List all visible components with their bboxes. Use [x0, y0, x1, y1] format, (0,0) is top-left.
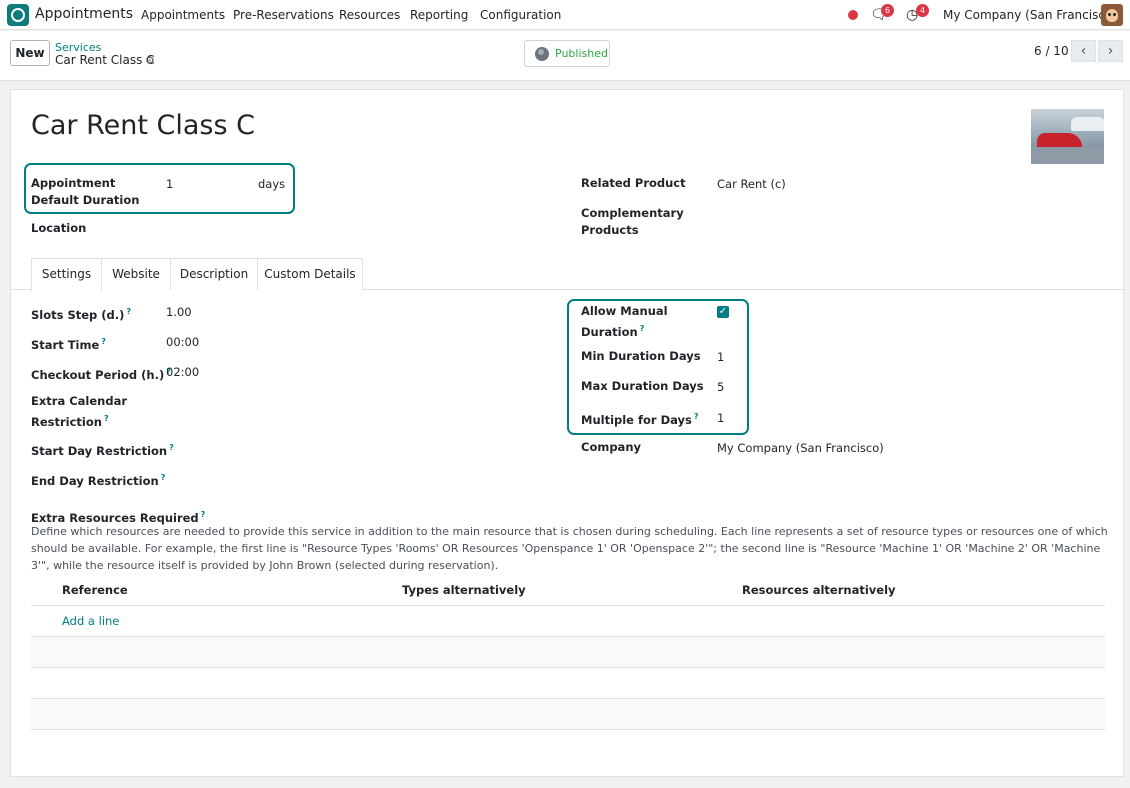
- end-day-restriction-label: End Day Restriction?: [31, 473, 166, 488]
- company-switcher[interactable]: My Company (San Francisco): [943, 8, 1117, 22]
- control-panel: New Services Car Rent Class C ⚙ Publishe…: [0, 31, 1130, 81]
- extra-resources-description: Define which resources are needed to pro…: [31, 525, 1108, 572]
- start-time-label: Start Time?: [31, 337, 106, 352]
- help-icon[interactable]: ?: [101, 337, 106, 346]
- tab-custom-details[interactable]: Custom Details: [257, 258, 363, 290]
- column-resources-alternatively[interactable]: Resources alternatively: [742, 583, 896, 597]
- notebook-tabs: Settings Website Description Custom Deta…: [11, 258, 1123, 291]
- breadcrumb-current: Car Rent Class C: [55, 53, 155, 67]
- start-time-field[interactable]: 00:00: [166, 334, 199, 351]
- extra-resources-table: Reference Types alternatively Resources …: [31, 577, 1105, 730]
- product-image[interactable]: [1031, 109, 1104, 164]
- menu-resources[interactable]: Resources: [339, 8, 400, 22]
- allow-manual-duration-label: Allow Manual Duration?: [581, 304, 668, 339]
- related-product-field[interactable]: Car Rent (c): [717, 176, 786, 193]
- checkout-period-label: Checkout Period (h.)?: [31, 367, 171, 382]
- multiple-days-field[interactable]: 1: [717, 410, 724, 427]
- tab-website[interactable]: Website: [101, 258, 171, 290]
- app-brand[interactable]: Appointments: [35, 6, 133, 22]
- table-row: [31, 637, 1105, 668]
- min-duration-label: Min Duration Days: [581, 349, 701, 363]
- min-duration-field[interactable]: 1: [717, 349, 724, 366]
- duration-unit: days: [258, 177, 286, 191]
- help-icon[interactable]: ?: [126, 307, 131, 316]
- start-day-restriction-label: Start Day Restriction?: [31, 443, 174, 458]
- appointment-default-duration-field[interactable]: 1: [166, 176, 173, 193]
- complementary-products-label: Complementary Products: [581, 206, 684, 237]
- company-label: Company: [581, 440, 641, 454]
- max-duration-label: Max Duration Days: [581, 379, 704, 393]
- multiple-days-label: Multiple for Days?: [581, 412, 699, 427]
- gear-icon[interactable]: ⚙: [145, 54, 155, 67]
- record-title[interactable]: Car Rent Class C: [31, 110, 255, 141]
- appointment-default-duration-label: Appointment Default Duration: [31, 176, 140, 207]
- column-reference[interactable]: Reference: [62, 583, 128, 597]
- slots-step-field[interactable]: 1.00: [166, 304, 192, 321]
- top-navbar: Appointments Appointments Pre-Reservatio…: [0, 0, 1130, 30]
- menu-appointments[interactable]: Appointments: [141, 8, 225, 22]
- menu-pre-reservations[interactable]: Pre-Reservations: [233, 8, 334, 22]
- status-dot-icon[interactable]: [848, 10, 858, 20]
- extra-calendar-label: Extra Calendar Restriction?: [31, 394, 127, 429]
- form-sheet: Car Rent Class C Appointment Default Dur…: [10, 89, 1124, 777]
- checkout-period-field[interactable]: 02:00: [166, 364, 199, 381]
- globe-icon: [535, 46, 549, 61]
- add-line-link[interactable]: Add a line: [62, 614, 119, 628]
- user-avatar[interactable]: [1101, 4, 1123, 26]
- max-duration-field[interactable]: 5: [717, 379, 724, 396]
- help-icon[interactable]: ?: [640, 324, 645, 333]
- activities-badge: 4: [916, 4, 929, 17]
- pager-next-button[interactable]: ›: [1098, 40, 1123, 62]
- pager-counter[interactable]: 6 / 10: [1034, 44, 1069, 58]
- help-icon[interactable]: ?: [104, 414, 109, 423]
- published-button[interactable]: Published: [524, 40, 610, 67]
- published-label: Published: [555, 47, 608, 60]
- new-button[interactable]: New: [10, 40, 50, 66]
- help-icon[interactable]: ?: [201, 510, 206, 519]
- help-icon[interactable]: ?: [169, 443, 174, 452]
- tab-settings[interactable]: Settings: [31, 258, 102, 291]
- pager-previous-button[interactable]: ‹: [1071, 40, 1096, 62]
- table-header: Reference Types alternatively Resources …: [31, 577, 1105, 606]
- help-icon[interactable]: ?: [694, 412, 699, 421]
- column-types-alternatively[interactable]: Types alternatively: [402, 583, 526, 597]
- table-row: [31, 668, 1105, 699]
- table-row: [31, 699, 1105, 730]
- company-field[interactable]: My Company (San Francisco): [717, 440, 884, 457]
- messages-badge: 6: [881, 4, 894, 17]
- slots-step-label: Slots Step (d.)?: [31, 307, 132, 322]
- allow-manual-duration-checkbox[interactable]: ✓: [717, 306, 729, 318]
- related-product-label: Related Product: [581, 176, 686, 190]
- menu-reporting[interactable]: Reporting: [410, 8, 468, 22]
- help-icon[interactable]: ?: [161, 473, 166, 482]
- menu-configuration[interactable]: Configuration: [480, 8, 561, 22]
- location-label: Location: [31, 221, 87, 235]
- table-row: Add a line: [31, 606, 1105, 637]
- appointments-app-icon[interactable]: [7, 4, 29, 26]
- tab-description[interactable]: Description: [170, 258, 258, 290]
